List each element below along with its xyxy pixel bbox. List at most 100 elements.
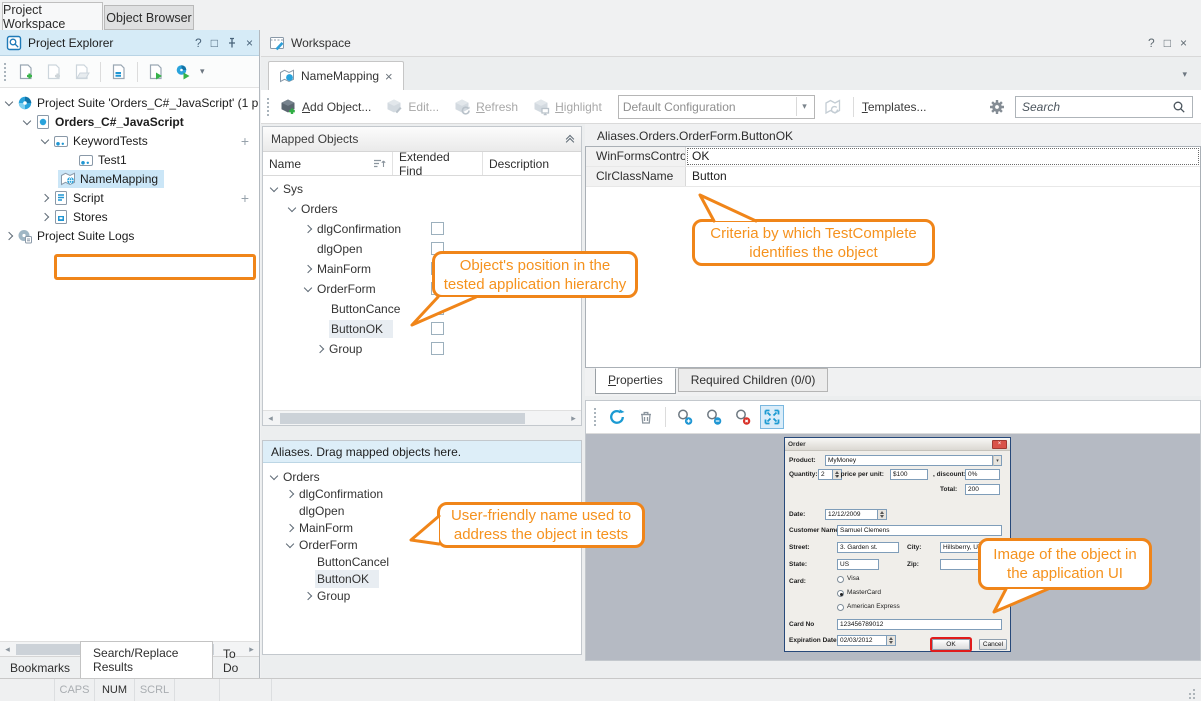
tree-item-orders[interactable]: Orders (263, 199, 581, 219)
chevron-right-icon[interactable] (304, 225, 312, 233)
chevron-right-icon[interactable] (304, 265, 312, 273)
chevron-right-icon[interactable] (5, 231, 13, 239)
help-icon[interactable]: ? (1148, 36, 1155, 50)
refresh-configuration-button[interactable] (821, 95, 845, 119)
run-project-button[interactable] (144, 60, 168, 84)
column-header-description[interactable]: Description (483, 152, 581, 175)
chevron-right-icon[interactable] (286, 489, 294, 497)
highlight-button[interactable]: Highlight (532, 98, 602, 116)
tree-item-stores[interactable]: Stores (0, 207, 259, 226)
chevron-down-icon[interactable] (41, 135, 49, 143)
chevron-down-icon[interactable] (5, 97, 13, 105)
extended-find-checkbox[interactable] (431, 342, 444, 355)
scrollbar-thumb[interactable] (280, 413, 525, 424)
dialog-date-label: Date: (789, 511, 805, 518)
maximize-icon[interactable]: □ (1164, 36, 1171, 50)
add-new-item-button[interactable] (42, 60, 66, 84)
tree-item-project[interactable]: Orders_C#_JavaScript (0, 112, 259, 131)
add-icon[interactable]: + (241, 136, 249, 146)
configuration-select[interactable]: Default Configuration ▾ (618, 95, 815, 119)
chevron-right-icon[interactable] (286, 523, 294, 531)
toolbar-grip[interactable] (267, 98, 271, 116)
tree-item-test1[interactable]: Test1 (0, 150, 259, 169)
delete-image-button[interactable] (634, 405, 658, 429)
column-header-extended-find[interactable]: Extended Find (393, 152, 483, 175)
add-existing-item-button[interactable] (70, 60, 94, 84)
chevron-right-icon[interactable] (316, 345, 324, 353)
panel-title: Project Explorer (28, 36, 113, 50)
dialog-spinner (878, 509, 887, 520)
tab-search-replace-results[interactable]: Search/Replace Results (80, 641, 213, 678)
templates-button[interactable]: Templates... (862, 100, 927, 114)
tab-properties[interactable]: Properties (595, 368, 676, 394)
tree-item-buttoncancel[interactable]: ButtonCancel (263, 553, 581, 570)
zoom-in-button[interactable] (673, 405, 697, 429)
toolbar-grip[interactable] (4, 63, 8, 81)
gear-icon[interactable] (985, 95, 1009, 119)
dialog-product-label: Product: (789, 457, 816, 464)
maximize-icon[interactable]: □ (211, 36, 218, 50)
tree-item-script[interactable]: Script + (0, 188, 259, 207)
tree-item-project-suite-logs[interactable]: Project Suite Logs (0, 226, 259, 245)
add-object-button[interactable]: Add Object... (279, 98, 371, 116)
add-new-project-button[interactable] (14, 60, 38, 84)
run-project-suite-button[interactable] (172, 60, 196, 84)
column-header-name[interactable]: Name (263, 152, 393, 175)
property-name-cell[interactable]: ClrClassName (586, 167, 686, 186)
refresh-button[interactable]: Refresh (453, 98, 518, 116)
close-icon[interactable]: × (246, 36, 253, 50)
collapse-panel-icon[interactable] (567, 133, 573, 145)
chevron-down-icon[interactable] (270, 184, 278, 192)
tab-list-dropdown-icon[interactable]: ▾ (1182, 69, 1187, 80)
fit-to-window-button[interactable] (760, 405, 784, 429)
tree-item-buttonok[interactable]: ButtonOK (263, 570, 581, 587)
property-value-cell[interactable]: Button (686, 167, 1200, 186)
close-tab-icon[interactable]: × (385, 69, 393, 84)
chevron-right-icon[interactable] (304, 591, 312, 599)
tab-namemapping[interactable]: NameMapping × (268, 61, 404, 90)
chevron-down-icon[interactable] (23, 116, 31, 124)
map-refresh-icon (824, 98, 842, 116)
chevron-right-icon[interactable] (41, 193, 49, 201)
tree-item-sys[interactable]: Sys (263, 179, 581, 199)
tree-item-dlgconfirmation[interactable]: dlgConfirmation (263, 485, 581, 502)
tab-object-browser[interactable]: Object Browser (104, 5, 194, 30)
resize-grip-icon[interactable] (1185, 687, 1197, 699)
scroll-left-icon[interactable]: ◂ (263, 411, 278, 426)
toolbar-grip[interactable] (594, 408, 598, 426)
run-dropdown-icon[interactable]: ▾ (200, 66, 205, 77)
close-icon[interactable]: × (1180, 36, 1187, 50)
chevron-down-icon[interactable] (288, 204, 296, 212)
chevron-right-icon[interactable] (41, 212, 49, 220)
pin-icon[interactable] (227, 37, 237, 49)
add-icon[interactable]: + (241, 193, 249, 203)
scroll-right-icon[interactable]: ▸ (566, 411, 581, 426)
property-value-cell[interactable]: OK (686, 147, 1200, 166)
refresh-image-button[interactable] (605, 405, 629, 429)
chevron-down-icon[interactable] (270, 471, 278, 479)
mapped-objects-hscrollbar[interactable]: ◂ ▸ (263, 410, 581, 425)
property-name-cell[interactable]: WinFormsContro (586, 147, 686, 166)
tree-item-namemapping[interactable]: NameMapping (0, 169, 259, 188)
help-icon[interactable]: ? (195, 36, 202, 50)
tree-item-group[interactable]: Group (263, 339, 581, 359)
tree-item-group[interactable]: Group (263, 587, 581, 604)
tab-project-workspace[interactable]: Project Workspace (2, 2, 103, 30)
scroll-left-icon[interactable]: ◂ (0, 642, 15, 657)
tab-bookmarks[interactable]: Bookmarks (0, 658, 80, 678)
tree-item-project-suite[interactable]: Project Suite 'Orders_C#_JavaScript' (1 … (0, 93, 259, 112)
search-input[interactable]: Search (1015, 96, 1193, 118)
chevron-down-icon[interactable] (286, 539, 294, 547)
organize-items-button[interactable] (107, 60, 131, 84)
zoom-out-button[interactable] (702, 405, 726, 429)
tab-required-children[interactable]: Required Children (0/0) (678, 368, 829, 392)
dialog-state-value: US (837, 559, 879, 570)
tree-item-orders[interactable]: Orders (263, 468, 581, 485)
tree-item-dlgconfirmation[interactable]: dlgConfirmation (263, 219, 581, 239)
tree-item-keywordtests[interactable]: KeywordTests + (0, 131, 259, 150)
extended-find-checkbox[interactable] (431, 222, 444, 235)
zoom-reset-button[interactable] (731, 405, 755, 429)
chevron-down-icon[interactable] (304, 284, 312, 292)
tab-to-do[interactable]: To Do (213, 644, 259, 678)
edit-button[interactable]: Edit... (385, 98, 439, 116)
